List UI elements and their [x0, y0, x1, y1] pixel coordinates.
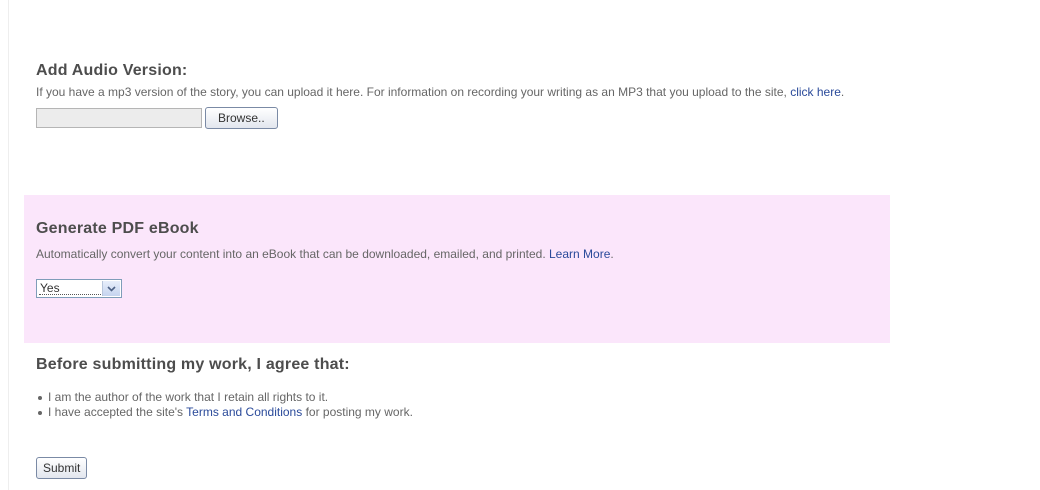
agreement-item-prefix: I have accepted the site's	[48, 405, 187, 419]
submit-button[interactable]: Submit	[36, 457, 88, 479]
audio-description: If you have a mp3 version of the story, …	[36, 85, 1036, 100]
audio-description-end: .	[840, 85, 845, 99]
audio-file-input[interactable]	[36, 108, 202, 128]
select-focus-outline	[39, 294, 101, 295]
agreement-item-suffix: for posting my work.	[302, 405, 413, 419]
audio-help-link[interactable]: click here	[790, 85, 841, 99]
pdf-description-text: Automatically convert your content into …	[36, 247, 549, 261]
pdf-description: Automatically convert your content into …	[36, 247, 886, 262]
pdf-description-end: .	[610, 247, 614, 261]
chevron-down-icon[interactable]	[102, 281, 120, 296]
left-divider	[8, 0, 9, 490]
pdf-heading: Generate PDF eBook	[36, 220, 199, 237]
pdf-ebook-select[interactable]: Yes	[36, 279, 122, 298]
form-page: Add Audio Version: If you have a mp3 ver…	[0, 0, 1040, 490]
list-item: I have accepted the site's Terms and Con…	[38, 405, 1036, 420]
audio-heading: Add Audio Version:	[36, 62, 188, 79]
audio-file-picker: Browse..	[36, 106, 1036, 130]
list-item: I am the author of the work that I retai…	[38, 390, 1036, 405]
agreement-list: I am the author of the work that I retai…	[36, 390, 1036, 420]
browse-button[interactable]: Browse..	[205, 107, 278, 129]
agreement-heading: Before submitting my work, I agree that:	[36, 356, 350, 373]
agreement-item-text: I have accepted the site's Terms and Con…	[48, 405, 413, 420]
bullet-icon	[38, 395, 42, 400]
audio-section: Add Audio Version: If you have a mp3 ver…	[36, 62, 1036, 130]
bullet-icon	[38, 410, 42, 415]
audio-description-text: If you have a mp3 version of the story, …	[36, 85, 791, 99]
pdf-section: Generate PDF eBook Automatically convert…	[24, 195, 890, 343]
learn-more-link[interactable]: Learn More	[549, 247, 610, 261]
pdf-section-content: Generate PDF eBook Automatically convert…	[36, 220, 886, 298]
agreement-section: Before submitting my work, I agree that:…	[36, 356, 1036, 420]
terms-and-conditions-link[interactable]: Terms and Conditions	[186, 405, 302, 419]
agreement-item-text: I am the author of the work that I retai…	[48, 390, 329, 404]
